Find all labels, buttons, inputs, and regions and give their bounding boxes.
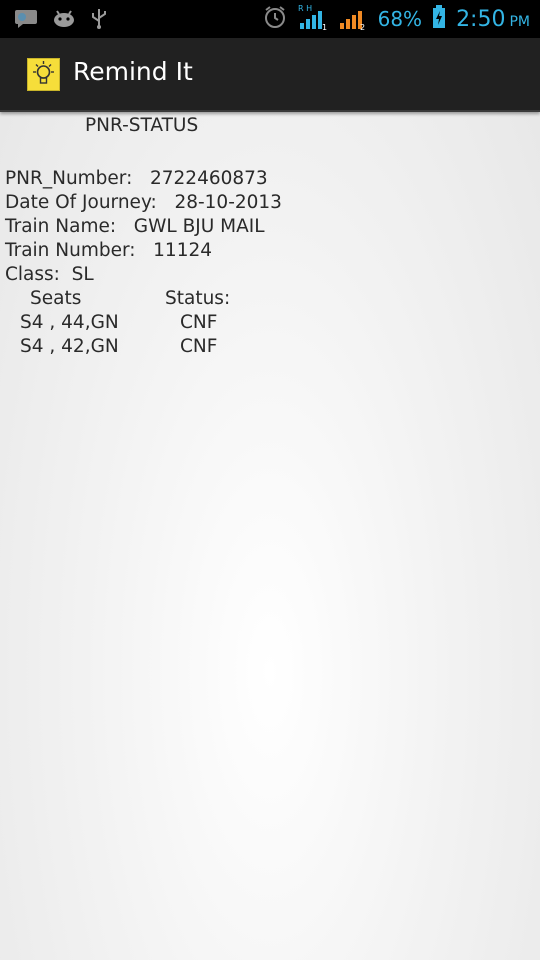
svg-text:2: 2	[360, 23, 365, 31]
passenger-1-status: CNF	[180, 312, 218, 333]
class-row: Class: SL	[5, 264, 94, 285]
signal-sim1-icon: R H 1	[298, 3, 328, 35]
app-title: Remind It	[73, 57, 193, 86]
pnr-number-row: PNR_Number: 2722460873	[5, 168, 268, 189]
clock-ampm: PM	[509, 13, 530, 30]
usb-icon	[90, 7, 108, 33]
pnr-number-label: PNR_Number:	[5, 168, 133, 189]
chat-notification-icon	[14, 7, 38, 33]
train-number-row: Train Number: 11124	[5, 240, 212, 261]
train-name-label: Train Name:	[5, 216, 117, 237]
passenger-1-seat: S4 , 44,GN	[20, 312, 119, 333]
train-number-label: Train Number:	[5, 240, 136, 261]
lightbulb-icon[interactable]	[27, 58, 60, 91]
battery-percentage: 68%	[377, 7, 423, 31]
alarm-icon	[262, 4, 288, 34]
action-bar: Remind It	[0, 38, 540, 112]
system-icons: R H 1 2 68% 2:50 PM	[262, 0, 530, 38]
seats-column-header: Seats	[30, 288, 82, 309]
class-label: Class:	[5, 264, 60, 285]
android-icon	[52, 8, 76, 32]
passenger-2-seat: S4 , 42,GN	[20, 336, 119, 357]
svg-text:R H: R H	[298, 4, 312, 13]
battery-charging-icon	[432, 5, 446, 33]
date-of-journey-row: Date Of Journey: 28-10-2013	[5, 192, 282, 213]
class-value: SL	[71, 264, 94, 285]
signal-sim2-icon: 2	[338, 3, 366, 35]
pnr-status-heading: PNR-STATUS	[85, 115, 199, 136]
clock-time: 2:50	[456, 6, 506, 32]
status-column-header: Status:	[165, 288, 231, 309]
svg-text:1: 1	[322, 23, 327, 31]
notification-icons	[14, 7, 108, 33]
passenger-2-status: CNF	[180, 336, 218, 357]
train-number-value: 11124	[153, 240, 213, 261]
train-name-value: GWL BJU MAIL	[133, 216, 265, 237]
status-bar: R H 1 2 68% 2:50 PM	[0, 0, 540, 38]
date-of-journey-value: 28-10-2013	[174, 192, 282, 213]
clock: 2:50 PM	[456, 7, 530, 32]
date-of-journey-label: Date Of Journey:	[5, 192, 157, 213]
pnr-number-value: 2722460873	[149, 168, 268, 189]
train-name-row: Train Name: GWL BJU MAIL	[5, 216, 265, 237]
